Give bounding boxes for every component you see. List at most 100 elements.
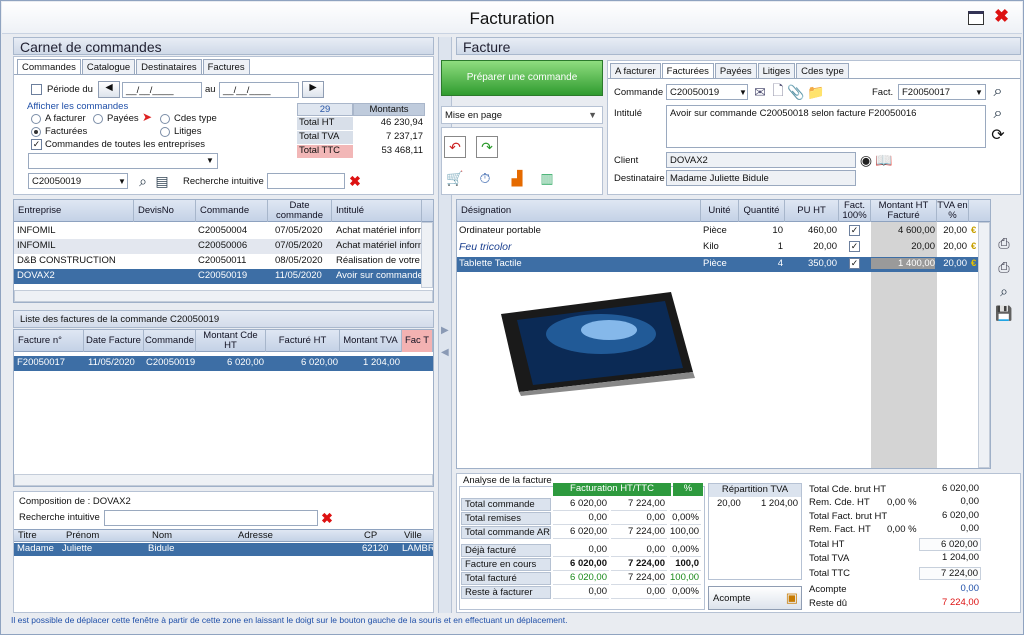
- print-preview-icon[interactable]: ⎙: [993, 257, 1015, 277]
- print-icon[interactable]: ⎙: [993, 233, 1015, 253]
- col-ville[interactable]: Ville: [404, 530, 422, 541]
- stock-icon[interactable]: ▟: [505, 167, 529, 189]
- tab-payees[interactable]: Payées: [714, 63, 757, 78]
- table-row-selected[interactable]: Madame Juliette Bidule 62120 LAMBRI: [14, 543, 433, 556]
- binoculars-icon[interactable]: ⌕: [988, 105, 1008, 123]
- col-designation[interactable]: Désignation: [457, 200, 701, 222]
- tab-factures[interactable]: Factures: [202, 59, 250, 74]
- tab-commandes[interactable]: Commandes: [17, 59, 81, 75]
- col-intitule[interactable]: Intitulé: [332, 200, 422, 222]
- col-pu-ht[interactable]: PU HT: [785, 200, 839, 222]
- tab-litiges[interactable]: Litiges: [757, 63, 796, 78]
- destinataire-field[interactable]: Madame Juliette Bidule: [666, 170, 856, 186]
- col-commande[interactable]: Commande: [144, 330, 196, 352]
- mise-en-page-select[interactable]: Mise en page ▼: [441, 106, 603, 124]
- chevron-down-icon[interactable]: ▼: [975, 88, 983, 97]
- fact-field[interactable]: F20050017: [898, 84, 986, 100]
- table-row[interactable]: INFOMIL C20050004 07/05/2020 Achat matér…: [14, 224, 433, 239]
- table-row-selected[interactable]: F20050017 11/05/2020 C20050019 6 020,00 …: [14, 356, 433, 371]
- email-icon[interactable]: ✉: [752, 84, 768, 100]
- table-row-selected[interactable]: Tablette Tactile Pièce 4 350,00 ✓ 1 400,…: [457, 257, 990, 272]
- refresh-icon[interactable]: ⟳: [988, 125, 1008, 145]
- chevron-down-icon[interactable]: ▼: [739, 88, 747, 97]
- chevron-down-icon[interactable]: ▼: [118, 177, 126, 186]
- table-row[interactable]: Ordinateur portable Pièce 10 460,00 ✓ 4 …: [457, 224, 990, 239]
- col-entreprise[interactable]: Entreprise: [14, 200, 134, 222]
- tab-facturees[interactable]: Facturées: [661, 63, 714, 79]
- print-list-icon[interactable]: ▤: [154, 173, 170, 189]
- date-from-field[interactable]: __/__/____: [122, 82, 202, 98]
- next-period-button[interactable]: ▶: [302, 81, 324, 98]
- radio-a-facturer[interactable]: [31, 114, 41, 124]
- chevron-down-icon[interactable]: ▼: [206, 156, 214, 165]
- composition-recherche-input[interactable]: [104, 510, 318, 526]
- binoculars-icon[interactable]: ⌕: [135, 173, 151, 189]
- periode-checkbox[interactable]: [31, 84, 42, 95]
- col-cp[interactable]: CP: [364, 530, 377, 541]
- table-row-selected[interactable]: DOVAX2 C20050019 11/05/2020 Avoir sur co…: [14, 269, 433, 284]
- collapse-right-icon[interactable]: ▶: [441, 325, 449, 336]
- col-date-facture[interactable]: Date Facture: [84, 330, 144, 352]
- client-field[interactable]: DOVAX2: [666, 152, 856, 168]
- col-titre[interactable]: Titre: [18, 530, 37, 541]
- folder-icon[interactable]: 📁: [807, 84, 825, 100]
- radio-litiges[interactable]: [160, 127, 170, 137]
- table-row[interactable]: INFOMIL C20050006 07/05/2020 Achat matér…: [14, 239, 433, 254]
- col-date-commande[interactable]: Date commande: [268, 200, 332, 222]
- euro-icon[interactable]: €: [971, 225, 976, 236]
- col-montant-cde-ht[interactable]: Montant Cde HT: [196, 330, 266, 352]
- acompte-button[interactable]: Acompte ▣: [708, 586, 802, 610]
- fact-checkbox[interactable]: ✓: [849, 258, 860, 269]
- col-nom[interactable]: Nom: [152, 530, 172, 541]
- attachment-icon[interactable]: 📎: [787, 84, 804, 100]
- binoculars-icon[interactable]: ⌕: [993, 281, 1015, 301]
- commande-field[interactable]: C20050019: [666, 84, 748, 100]
- col-fac-t[interactable]: Fac T: [402, 330, 433, 352]
- col-facture-no[interactable]: Facture n°: [14, 330, 84, 352]
- col-devisno[interactable]: DevisNo: [134, 200, 196, 222]
- orders-hscrollbar[interactable]: [14, 290, 433, 302]
- cart-icon[interactable]: 🛒: [445, 167, 465, 189]
- col-unite[interactable]: Unité: [701, 200, 739, 222]
- col-tva[interactable]: TVA en %: [937, 200, 969, 222]
- radio-facturees[interactable]: [31, 127, 41, 137]
- delivery-icon[interactable]: ⏱: [473, 167, 497, 189]
- eye-icon[interactable]: ◉: [858, 152, 874, 168]
- date-to-field[interactable]: __/__/____: [219, 82, 299, 98]
- tab-catalogue[interactable]: Catalogue: [81, 59, 136, 74]
- status-bar[interactable]: Il est possible de déplacer cette fenêtr…: [11, 615, 1015, 629]
- document-icon[interactable]: 🗋: [770, 82, 786, 100]
- report-icon[interactable]: ▥: [535, 167, 559, 189]
- radio-cdes-type[interactable]: [160, 114, 170, 124]
- maximize-icon[interactable]: [968, 11, 984, 25]
- toutes-entreprises-checkbox[interactable]: ✓: [31, 139, 42, 150]
- save-icon[interactable]: 💾: [993, 303, 1015, 323]
- lines-vscrollbar[interactable]: [978, 222, 990, 468]
- invoices-hscrollbar[interactable]: [14, 474, 433, 486]
- intitule-field[interactable]: Avoir sur commande C20050018 selon factu…: [666, 105, 986, 148]
- radio-payees[interactable]: [93, 114, 103, 124]
- col-fact-100[interactable]: Fact. 100%: [839, 200, 871, 222]
- binoculars-icon[interactable]: ⌕: [988, 83, 1008, 101]
- col-montant-tva[interactable]: Montant TVA: [340, 330, 402, 352]
- tab-a-facturer[interactable]: A facturer: [610, 63, 661, 78]
- recherche-input[interactable]: [267, 173, 345, 189]
- commande-select[interactable]: C20050019: [28, 173, 128, 189]
- euro-icon[interactable]: €: [971, 258, 976, 269]
- book-icon[interactable]: 📖: [875, 152, 892, 168]
- collapse-left-icon[interactable]: ◀: [441, 347, 449, 358]
- col-prenom[interactable]: Prénom: [66, 530, 99, 541]
- euro-icon[interactable]: €: [971, 241, 976, 252]
- col-quantite[interactable]: Quantité: [739, 200, 785, 222]
- col-montant-ht-facture[interactable]: Montant HT Facturé: [871, 200, 937, 222]
- tab-cdes-type[interactable]: Cdes type: [796, 63, 849, 78]
- clear-icon[interactable]: ✖: [318, 510, 336, 526]
- fact-checkbox[interactable]: ✓: [849, 225, 860, 236]
- prev-period-button[interactable]: ◀: [98, 81, 120, 98]
- preparer-commande-button[interactable]: Préparer une commande: [441, 60, 603, 96]
- col-facture-ht[interactable]: Facturé HT: [266, 330, 340, 352]
- col-adresse[interactable]: Adresse: [238, 530, 273, 541]
- redo-icon[interactable]: ↷: [476, 136, 498, 158]
- title-bar[interactable]: Facturation ✖: [2, 2, 1022, 34]
- tab-destinataires[interactable]: Destinataires: [136, 59, 202, 74]
